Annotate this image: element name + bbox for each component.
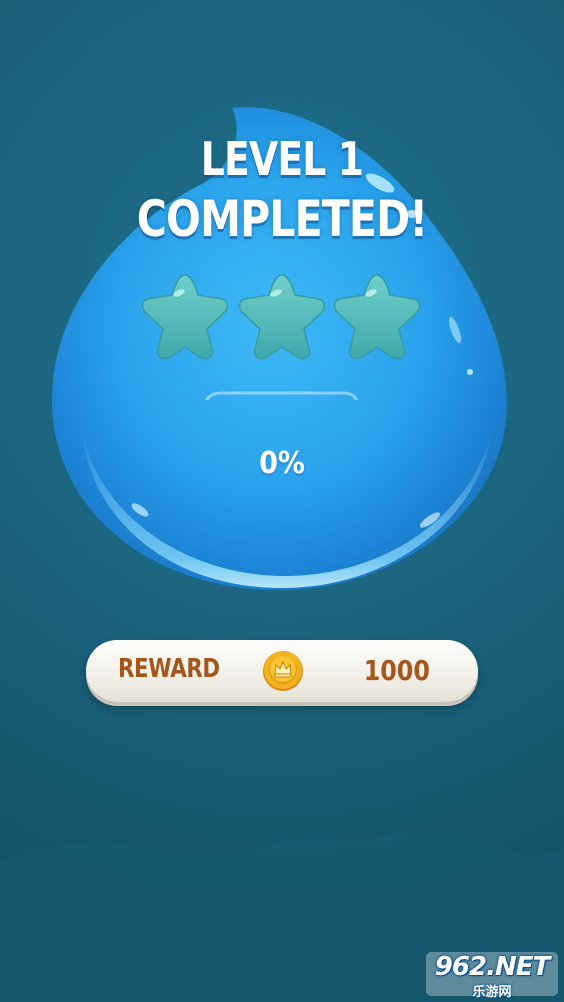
reward-amount: 1000 [363,654,430,687]
star-3-icon [333,274,421,360]
star-2-icon [238,274,326,360]
watermark-text: 962.NET [434,952,550,982]
reward-label: REWARD [118,654,220,684]
star-rating [141,274,421,400]
star-1-icon [141,274,229,360]
bucket-fill-percent: 0% [259,446,305,481]
crown-coin-icon [263,651,303,691]
watermark-subtext: 乐游网 [472,985,512,1000]
bucket-icon [205,391,359,400]
watermark-logo: 962.NET 乐游网 [424,950,560,1000]
reward-panel: REWARD 1000 [86,640,478,702]
level-complete-screen: LEVEL 1 COMPLETED! 0% REWARD 1000 962.NE… [0,0,564,1002]
